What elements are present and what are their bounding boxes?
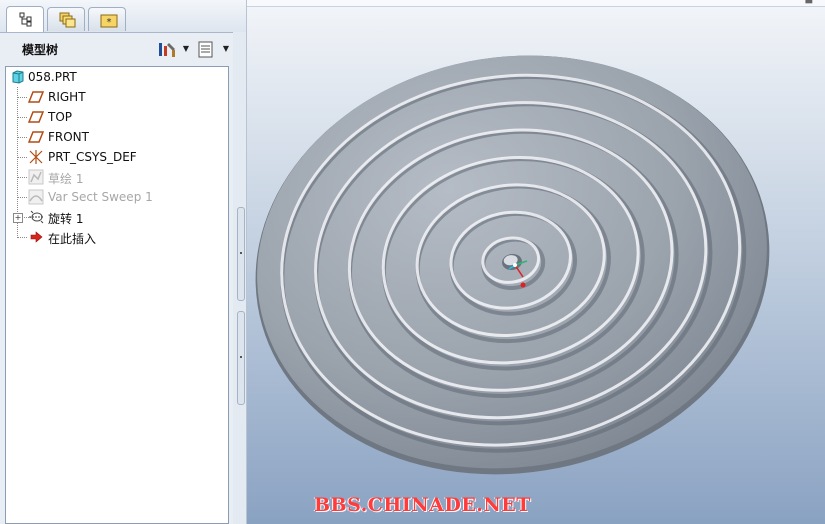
tree-item-insert-here[interactable]: 在此插入: [6, 227, 228, 247]
panel-splitter[interactable]: [233, 32, 246, 524]
datum-plane-icon: [28, 111, 44, 123]
tree-settings-button[interactable]: ▼: [157, 39, 189, 59]
tree-item-revolve-1[interactable]: + 旋转 1: [6, 207, 228, 227]
grip-dot: [240, 356, 242, 358]
grip-dot: [240, 252, 242, 254]
tree-item-front[interactable]: FRONT: [6, 127, 228, 147]
tab-folder-browser[interactable]: [47, 7, 85, 31]
insert-here-arrow-icon: [30, 231, 43, 243]
window-control-icon[interactable]: ▬: [804, 0, 813, 7]
graphics-viewport[interactable]: BBS.CHINADE.NET: [247, 7, 825, 524]
model-tree-header: 模型树 ▼ ▼: [0, 33, 246, 63]
revolve-icon: [29, 210, 44, 224]
tree-item-prt-csys-def[interactable]: PRT_CSYS_DEF: [6, 147, 228, 167]
tab-model-tree[interactable]: [6, 6, 44, 32]
graphics-window-top-strip: ▬: [247, 0, 825, 7]
tree-settings-icon: [159, 43, 175, 57]
chevron-down-icon: ▼: [182, 44, 189, 53]
navigator-tab-strip: *: [0, 0, 246, 33]
expand-icon[interactable]: +: [13, 213, 23, 223]
tree-item-top[interactable]: TOP: [6, 107, 228, 127]
tree-columns-button[interactable]: ▼: [197, 39, 229, 59]
tab-favorites[interactable]: *: [88, 7, 126, 31]
model-tree: 058.PRT RIGHT TOP FRONT PRT_CSYS_DEF 草绘 …: [5, 66, 229, 524]
sketch-icon: [28, 169, 44, 185]
splitter-grip[interactable]: [237, 311, 245, 405]
folder-browser-icon: [59, 12, 76, 28]
watermark-text: BBS.CHINADE.NET: [314, 494, 531, 516]
datum-plane-icon: [28, 91, 44, 103]
tree-item-058-prt[interactable]: 058.PRT: [6, 67, 228, 87]
tree-columns-icon: [198, 41, 213, 58]
splitter-grip[interactable]: [237, 207, 245, 301]
sweep-icon: [28, 189, 44, 205]
navigator-panel: * 模型树 ▼ ▼ 058.PRT RIGHT TOP FRONT PRT_CS…: [0, 0, 247, 524]
model-tree-title: 模型树: [22, 43, 59, 57]
tree-item-sketch-1[interactable]: 草绘 1: [6, 167, 228, 187]
chevron-down-icon: ▼: [222, 44, 229, 53]
datum-plane-icon: [28, 131, 44, 143]
tree-item-var-sect-sweep-1[interactable]: Var Sect Sweep 1: [6, 187, 228, 207]
tree-item-right[interactable]: RIGHT: [6, 87, 228, 107]
rippled-disc-model: [255, 55, 770, 475]
model-tree-icon: [19, 12, 32, 27]
coordinate-system-icon: [29, 150, 43, 164]
favorites-icon: *: [100, 14, 118, 28]
part-icon: [12, 70, 24, 84]
svg-text:*: *: [107, 17, 112, 28]
